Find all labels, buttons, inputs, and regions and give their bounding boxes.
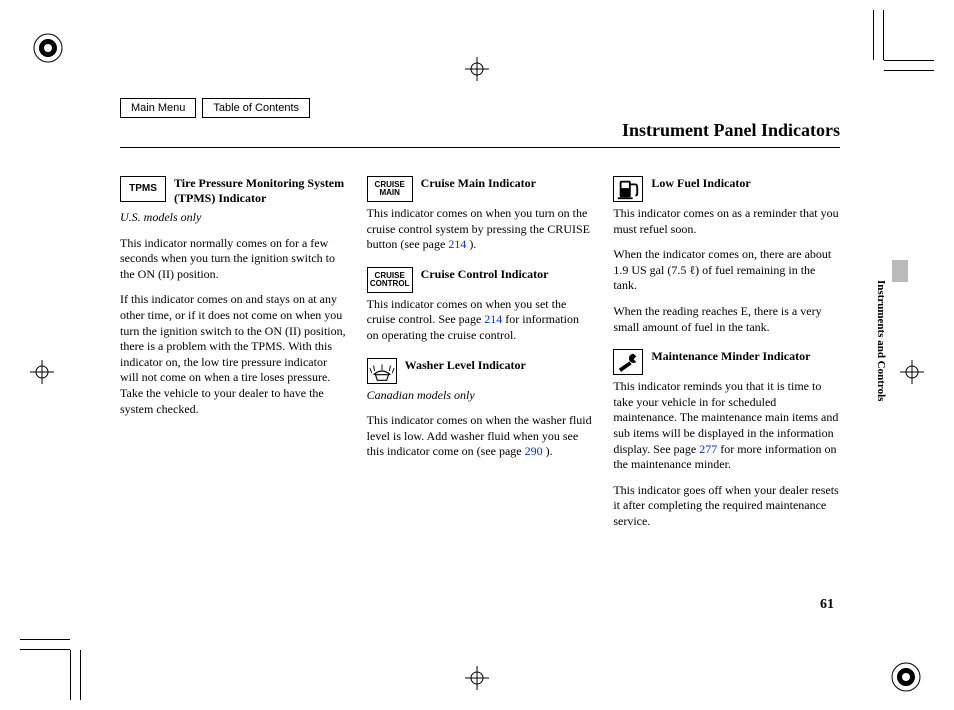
page-number: 61 (820, 597, 834, 613)
tpms-title: Tire Pressure Monitoring System (TPMS) I… (174, 176, 347, 206)
low-fuel-para-2: When the indicator comes on, there are a… (613, 247, 840, 294)
registration-mark-icon (30, 30, 66, 66)
cruise-main-icon: CRUISE MAIN (367, 176, 413, 202)
crop-mark-icon (884, 70, 934, 71)
cruise-control-icon: CRUISE CONTROL (367, 267, 413, 293)
washer-note: Canadian models only (367, 388, 594, 404)
page-ref-214b[interactable]: 214 (484, 312, 502, 326)
toc-button[interactable]: Table of Contents (202, 98, 310, 118)
tpms-para-2: If this indicator comes on and stays on … (120, 292, 347, 417)
cruise-control-para: This indicator comes on when you set the… (367, 297, 594, 344)
page-body: Instrument Panel Indicators TPMS Tire Pr… (120, 120, 840, 540)
cruise-main-para: This indicator comes on when you turn on… (367, 206, 594, 253)
cruise-main-title: Cruise Main Indicator (421, 176, 536, 191)
column-1: TPMS Tire Pressure Monitoring System (TP… (120, 176, 347, 540)
cross-mark-icon (900, 360, 924, 384)
page-ref-290[interactable]: 290 (525, 444, 543, 458)
washer-para: This indicator comes on when the washer … (367, 413, 594, 460)
side-tab (892, 260, 908, 282)
cruise-control-title: Cruise Control Indicator (421, 267, 549, 282)
maint-title: Maintenance Minder Indicator (651, 349, 810, 364)
page-ref-214a[interactable]: 214 (448, 237, 466, 251)
maint-para-1: This indicator reminds you that it is ti… (613, 379, 840, 473)
column-3: Low Fuel Indicator This indicator comes … (613, 176, 840, 540)
crop-mark-icon (80, 650, 81, 700)
crop-mark-icon (883, 10, 884, 60)
cross-mark-icon (30, 360, 54, 384)
cross-mark-icon (465, 57, 489, 81)
low-fuel-para-3: When the reading reaches E, there is a v… (613, 304, 840, 335)
washer-title: Washer Level Indicator (405, 358, 526, 373)
crop-mark-icon (873, 10, 874, 60)
tpms-icon: TPMS (120, 176, 166, 202)
crop-mark-icon (20, 649, 70, 650)
crop-mark-icon (20, 639, 70, 640)
page-ref-277[interactable]: 277 (699, 442, 717, 456)
main-menu-button[interactable]: Main Menu (120, 98, 196, 118)
tpms-para-1: This indicator normally comes on for a f… (120, 236, 347, 283)
fuel-pump-icon (613, 176, 643, 202)
page-title: Instrument Panel Indicators (120, 120, 840, 148)
side-section-label: Instruments and Controls (875, 280, 887, 401)
low-fuel-title: Low Fuel Indicator (651, 176, 750, 191)
cross-mark-icon (465, 666, 489, 690)
maint-para-2: This indicator goes off when your dealer… (613, 483, 840, 530)
low-fuel-para-1: This indicator comes on as a reminder th… (613, 206, 840, 237)
washer-icon (367, 358, 397, 384)
column-2: CRUISE MAIN Cruise Main Indicator This i… (367, 176, 594, 540)
wrench-icon (613, 349, 643, 375)
registration-mark-icon (888, 659, 924, 695)
tpms-note: U.S. models only (120, 210, 347, 226)
crop-mark-icon (70, 650, 71, 700)
crop-mark-icon (884, 60, 934, 61)
